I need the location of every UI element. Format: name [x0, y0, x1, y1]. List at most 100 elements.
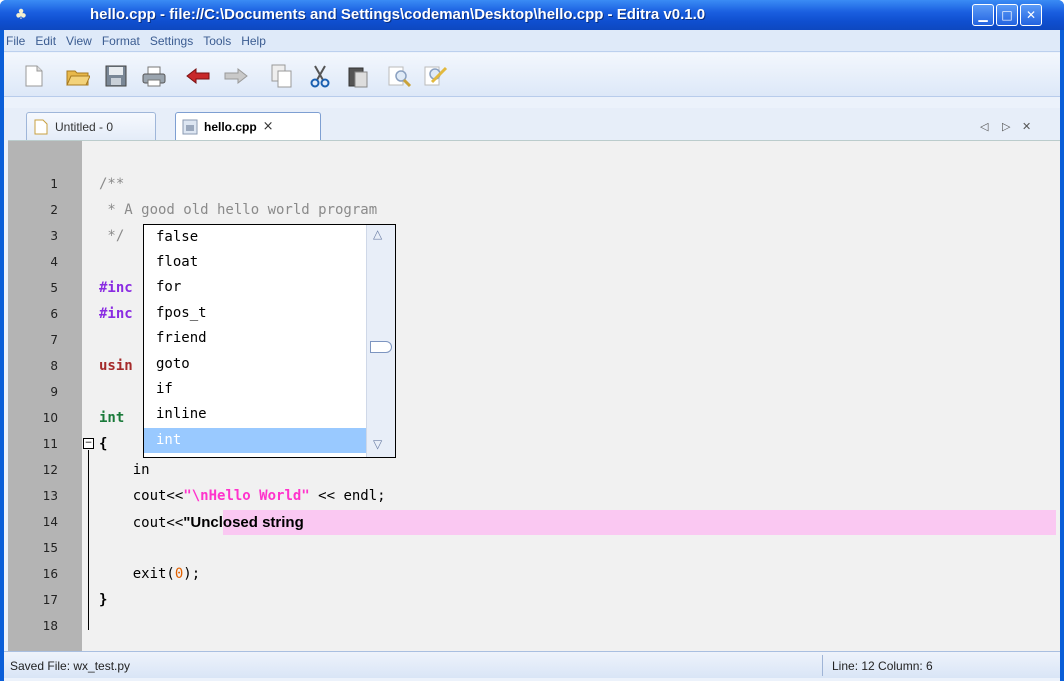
find-icon[interactable] [388, 64, 412, 88]
line-number: 9 [50, 385, 58, 399]
line-number: 14 [42, 515, 58, 529]
tab-untitled[interactable]: Untitled - 0 [26, 112, 156, 140]
window-title: hello.cpp - file://C:\Documents and Sett… [90, 6, 706, 23]
menu-help[interactable]: Help [241, 34, 266, 48]
fold-guide-line [88, 450, 89, 630]
code-line: 12 in [8, 458, 1056, 483]
autocomplete-item[interactable]: float [144, 250, 366, 275]
print-icon[interactable] [142, 64, 166, 88]
paste-icon[interactable] [346, 64, 370, 88]
code-line: 16 exit(0); [8, 562, 1056, 587]
code-text: in [99, 462, 150, 478]
code-line: 13 cout<<"\nHello World" << endl; [8, 484, 1056, 509]
line-number: 12 [42, 463, 58, 477]
autocomplete-item-selected[interactable]: int [144, 428, 366, 453]
code-text: cout<<"Unclosed string [99, 514, 304, 531]
code-text: /** [99, 176, 125, 192]
menu-tools[interactable]: Tools [203, 34, 231, 48]
status-message: Saved File: wx_test.py [10, 659, 131, 673]
code-line: 1 /** [8, 172, 1056, 197]
code-segment: cout<< [99, 488, 184, 504]
tab-scroll-left-icon[interactable]: ◁ [980, 120, 988, 133]
line-number: 5 [50, 281, 58, 295]
autocomplete-item[interactable]: inline [144, 402, 366, 427]
unclosed-string-highlight [223, 510, 1056, 535]
scroll-up-arrow-icon[interactable]: △ [373, 227, 382, 241]
autocomplete-scrollbar[interactable]: △ ▽ [366, 225, 395, 457]
fold-toggle-icon[interactable]: − [83, 438, 94, 449]
autocomplete-item[interactable]: if [144, 377, 366, 402]
tab-bar: Untitled - 0 hello.cpp × ◁ ▷ ✕ [4, 108, 1060, 140]
autocomplete-item[interactable]: fpos_t [144, 301, 366, 326]
cpp-file-icon [182, 119, 198, 135]
line-number: 8 [50, 359, 58, 373]
scroll-down-arrow-icon[interactable]: ▽ [373, 437, 382, 451]
menu-view[interactable]: View [66, 34, 92, 48]
code-text: */ [99, 228, 125, 244]
forward-arrow-icon[interactable] [224, 64, 248, 88]
code-text: exit(0); [99, 566, 200, 582]
copy-icon[interactable] [270, 64, 294, 88]
line-number: 10 [42, 411, 58, 425]
code-line: 18 [8, 614, 1056, 639]
menu-bar: File Edit View Format Settings Tools Hel… [4, 30, 1060, 52]
tab-scroll-right-icon[interactable]: ▷ [1002, 120, 1010, 133]
tab-hello-cpp[interactable]: hello.cpp × [175, 112, 321, 140]
save-icon[interactable] [104, 64, 128, 88]
editra-app-icon[interactable]: ♣ [12, 6, 30, 24]
cut-icon[interactable] [308, 64, 332, 88]
string-literal: "\nHello World" [183, 488, 310, 504]
autocomplete-item[interactable]: goto [144, 352, 366, 377]
menu-settings[interactable]: Settings [150, 34, 193, 48]
autocomplete-item[interactable]: friend [144, 326, 366, 351]
client-area: File Edit View Format Settings Tools Hel… [4, 30, 1060, 681]
code-line: 14 cout<<"Unclosed string [8, 510, 1056, 535]
replace-icon[interactable] [424, 64, 448, 88]
unclosed-string: "Unclosed string [183, 514, 304, 531]
code-text: #inc [99, 306, 133, 322]
tab-close-icon[interactable]: × [263, 119, 274, 134]
code-text: usin [99, 358, 133, 374]
code-segment: exit( [99, 566, 175, 582]
code-text: #inc [99, 280, 133, 296]
back-arrow-icon[interactable] [186, 64, 210, 88]
minimize-button[interactable]: ▁ [972, 4, 994, 26]
autocomplete-item[interactable]: for [144, 275, 366, 300]
title-bar[interactable]: ♣ hello.cpp - file://C:\Documents and Se… [0, 0, 1064, 30]
maximize-button[interactable]: □ [996, 4, 1018, 26]
code-segment: ); [183, 566, 201, 582]
editra-window: ♣ hello.cpp - file://C:\Documents and Se… [0, 0, 1064, 681]
line-number: 7 [50, 333, 58, 347]
code-line: 15 [8, 536, 1056, 561]
code-text: { [99, 436, 108, 452]
line-number: 11 [42, 437, 58, 451]
scrollbar-thumb[interactable] [370, 341, 392, 353]
status-bar: Saved File: wx_test.py Line: 12 Column: … [4, 651, 1060, 678]
line-number: 2 [50, 203, 58, 217]
tab-label: Untitled - 0 [55, 119, 114, 134]
line-number: 15 [42, 541, 58, 555]
code-line: 2 * A good old hello world program [8, 198, 1056, 223]
line-number: 16 [42, 567, 58, 581]
new-file-icon[interactable] [22, 64, 46, 88]
line-number: 4 [50, 255, 58, 269]
document-icon [33, 119, 49, 135]
code-text: } [99, 592, 108, 608]
autocomplete-item[interactable]: false [144, 225, 366, 250]
toolbar [4, 53, 1060, 97]
menu-file[interactable]: File [6, 34, 25, 48]
open-folder-icon[interactable] [66, 64, 90, 88]
menu-format[interactable]: Format [102, 34, 140, 48]
close-window-button[interactable]: ✕ [1020, 4, 1042, 26]
cursor-position: Line: 12 Column: 6 [832, 659, 933, 673]
close-all-tabs-icon[interactable]: ✕ [1022, 120, 1031, 133]
line-number: 13 [42, 489, 58, 503]
code-segment: cout<< [99, 515, 184, 531]
autocomplete-popup[interactable]: false float for fpos_t friend goto if in… [143, 224, 396, 458]
menu-edit[interactable]: Edit [35, 34, 56, 48]
tab-label: hello.cpp [204, 119, 257, 134]
code-segment: << endl; [309, 488, 386, 504]
code-text: int [99, 410, 125, 426]
code-text: cout<<"\nHello World" << endl; [99, 488, 386, 504]
line-number: 6 [50, 307, 58, 321]
